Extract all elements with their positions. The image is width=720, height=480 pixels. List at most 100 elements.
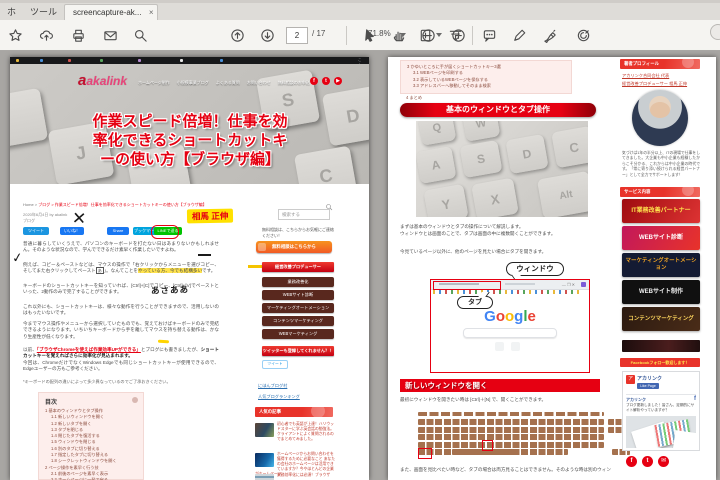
tab-red-annotation — [433, 281, 501, 290]
inline-box-annotation: あ — [95, 267, 104, 275]
facebook-icon[interactable]: f — [310, 77, 318, 85]
email-icon[interactable]: ✉ — [658, 456, 669, 467]
breadcrumb[interactable]: Home > ブログ > 作業スピード倍増！仕事を効率化できるショートカットキー… — [23, 202, 253, 208]
article-thumbnail — [255, 474, 274, 480]
cloud-upload-icon[interactable] — [39, 28, 54, 43]
tab-home[interactable]: ホーム — [0, 5, 16, 20]
facebook-avatar: ア — [626, 375, 635, 384]
yellow-squiggle-annotation — [157, 339, 170, 343]
tab-document[interactable]: screencapture-ak... × — [64, 4, 159, 21]
page-number-input[interactable] — [286, 27, 308, 44]
comment-icon[interactable] — [482, 28, 497, 43]
fit-page-icon[interactable] — [418, 28, 433, 43]
popular-article[interactable]: 業務効率化には必須！ブラウザ — [255, 473, 335, 480]
nav-item[interactable]: ホームページ制作 — [138, 80, 170, 86]
bookmarks-bar-text: こんにちは、akalink さん — [358, 58, 369, 96]
search-zoom-icon[interactable] — [133, 28, 148, 43]
paragraph-2: 例えば、コピー＆ペーストなどは、マウスの操作で「右クリックからメニューを選びコピ… — [23, 262, 219, 275]
fit-dropdown-caret[interactable] — [436, 33, 442, 37]
main-toolbar: / 17 71.8% — [0, 20, 720, 51]
sidebar-menu-item[interactable]: コンテンツマーケティング — [262, 316, 334, 326]
pdf-page-3-right: 3 かゆいところに手が届くショートカットキー3選 3.1 WEBページを印刷する… — [388, 57, 716, 480]
search-icon[interactable] — [325, 198, 333, 211]
next-page-icon[interactable] — [260, 28, 275, 43]
toolbar-divider — [346, 26, 347, 45]
facebook-post-name[interactable]: アカリンク — [626, 394, 696, 403]
zoom-level-label[interactable]: 71.8% — [368, 29, 391, 38]
print-icon[interactable] — [71, 28, 86, 43]
dark-banner[interactable] — [622, 340, 700, 352]
service-banner[interactable]: WEBサイト診断 — [622, 226, 700, 250]
document-viewer[interactable]: こんにちは、akalink さん J S D C aakalink ホームページ… — [0, 51, 720, 480]
nav-item[interactable]: お問い合わせ — [247, 80, 271, 86]
popular-article[interactable]: 初心者でも英語が上達！ハリウッドスターに学ぶ英会話の勉強法。クライアントによく質… — [255, 422, 335, 442]
paragraph-3: キーボードのショートカットキーを知っていれば、[Ctrl]+[C]でコピー、[C… — [23, 283, 219, 295]
facebook-follow-bar: Facebookフォロー歓迎します！ — [620, 358, 700, 367]
tweet-button[interactable]: ツイート — [23, 227, 49, 235]
service-banner[interactable]: IT業務改善パートナー — [622, 199, 700, 223]
table-of-contents: 目次 1 基本のウィンドウとタブ操作 1.1 新しいウィンドウを開く 1.2 新… — [38, 392, 144, 480]
search-input[interactable] — [278, 209, 330, 220]
previous-page-icon[interactable] — [230, 28, 245, 43]
document-tab-label: screencapture-ak... — [73, 8, 142, 17]
bookmarks-row — [433, 290, 583, 294]
star-icon[interactable] — [8, 28, 23, 43]
highlight-pencil-icon[interactable] — [512, 28, 527, 43]
twitter-icon[interactable]: t — [322, 77, 330, 85]
facebook-page-name[interactable]: アカリンク — [637, 375, 662, 382]
shortcut-tile — [495, 342, 504, 351]
sidebar-menu-item[interactable]: マーケティングオートメーション — [262, 303, 334, 313]
akalink-logo[interactable]: aakalink — [78, 72, 127, 89]
facebook-icon[interactable]: f — [626, 456, 637, 467]
table-of-contents-continued: 3 かゆいところに手が届くショートカットキー3選 3.1 WEBページを印刷する… — [400, 60, 572, 94]
paragraph: 今見ているページ以外に、他のページを見たい場合にタブを開きます。 — [400, 249, 547, 254]
producer-ribbon[interactable]: 経営改善プロデューサー — [262, 262, 334, 272]
sign-icon[interactable] — [543, 28, 558, 44]
notification-icon[interactable] — [710, 24, 720, 40]
toc-item[interactable]: 4 まとめ — [406, 95, 422, 101]
toc-item[interactable]: 3.3 アドレスバーへ移動してそのまま検索 — [407, 83, 565, 89]
toc-title: 目次 — [45, 400, 58, 406]
check-mark-annotation: ✓ — [10, 249, 24, 266]
nav-item[interactable]: よくある質問 — [216, 80, 240, 86]
zoom-dropdown-caret[interactable] — [400, 33, 406, 37]
youtube-icon[interactable]: ▶ — [334, 77, 342, 85]
service-banner[interactable]: コンテンツマーケティング — [622, 307, 700, 331]
tab-bar: ホーム ツール screencapture-ak... × — [0, 3, 720, 21]
chrome-article-link[interactable]: 「ブラウザChromeを使えば作業効率UPができる」 — [37, 347, 141, 352]
sidebar-menu-item[interactable]: WEBマーケティング — [262, 329, 334, 339]
google-search-box — [463, 328, 557, 338]
sidebar-menu-item[interactable]: WEBサイト診断 — [262, 290, 334, 300]
paragraph: まずは基本のウィンドウとタブの操作について解説します。 ウィンドウとは画面のことで… — [400, 224, 556, 236]
email-icon[interactable] — [103, 28, 118, 43]
company-link[interactable]: アカリンク合同会社 代表 — [622, 73, 669, 79]
extension-icon — [581, 282, 586, 287]
blogmura-link[interactable]: にほんブログ村 — [258, 383, 287, 389]
paragraph-4: これ以外にも、ショートカットキーは、様々な動作を行うことができますので、活用しな… — [23, 304, 219, 316]
mail-icon — [258, 243, 266, 251]
nav-item[interactable]: 小規模事業ブログ — [177, 80, 209, 86]
ranking-link[interactable]: 人気ブログランキング — [258, 394, 300, 400]
close-tab-icon[interactable]: × — [149, 5, 154, 21]
like-button[interactable]: いいね！ — [60, 227, 84, 235]
profile-header: 著者プロフィール — [620, 59, 700, 69]
window-callout-bubble: ウィンドウ — [506, 262, 564, 276]
keyboard-note: *キーボードの配列の違いによって多少異なっているのでご了承おきください。 — [23, 379, 171, 384]
like-page-button[interactable]: Like Page — [637, 383, 659, 389]
toc-toggle-icon[interactable] — [132, 397, 138, 403]
fit-width-icon[interactable] — [448, 28, 463, 43]
service-banner[interactable]: WEBサイト制作 — [622, 280, 700, 304]
sidebar-menu-item[interactable]: 業務改善化 — [262, 277, 334, 287]
twitter-ribbon[interactable]: ツイッターも登録してくれません？！ — [262, 346, 334, 356]
tools-badge-icon[interactable] — [576, 28, 591, 43]
nav-item[interactable]: 無料相談のお申込 — [278, 80, 310, 86]
producer-link[interactable]: 経営改善プロデューサー 相馬 正伸 — [622, 81, 687, 87]
service-banner[interactable]: マーケティングオートメーション — [622, 253, 700, 277]
page-total-label: / 17 — [312, 29, 326, 38]
share-button[interactable]: Share — [107, 227, 129, 235]
screenshot-bookmarks-bar: こんにちは、akalink さん — [10, 57, 369, 96]
twitter-icon[interactable]: t — [642, 456, 653, 467]
tab-tools[interactable]: ツール — [24, 5, 63, 20]
contact-button[interactable]: 無料相談はこちらから — [256, 241, 332, 253]
tweet-chip-button[interactable]: ツイート — [262, 360, 288, 369]
